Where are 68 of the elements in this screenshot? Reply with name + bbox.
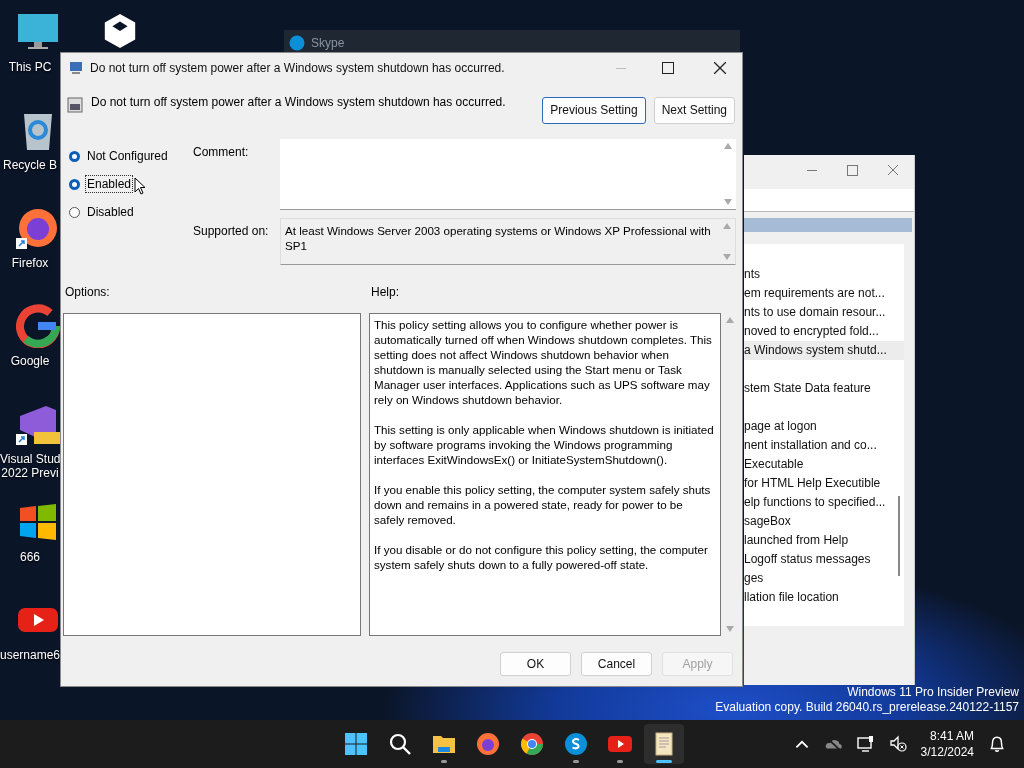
list-item[interactable]: noved to encrypted fold...: [744, 324, 879, 338]
list-item[interactable]: nent installation and co...: [744, 438, 877, 452]
radio-label[interactable]: Not Configured: [85, 147, 170, 165]
help-paragraph: If you disable or do not configure this policy setting, the computer system safely shuts down to a fully powered-off state.: [374, 542, 709, 572]
windows-logo-icon[interactable]: [344, 732, 368, 756]
dialog-button[interactable]: OK: [500, 652, 571, 676]
desktop-icon-label[interactable]: Visual Stud 2022 Previ: [0, 452, 60, 480]
desktop-icon-label[interactable]: username6: [0, 648, 60, 662]
list-item[interactable]: launched from Help: [744, 533, 849, 547]
list-item[interactable]: nts: [744, 267, 760, 281]
computer-icon: [68, 60, 84, 76]
desktop-icon-label[interactable]: Recycle B: [0, 158, 60, 172]
comment-label: Comment:: [193, 144, 250, 161]
list-item[interactable]: llation file location: [744, 590, 839, 604]
scrollbar-thumb[interactable]: [898, 496, 900, 576]
clock-time[interactable]: 8:41 AM: [929, 728, 974, 744]
watermark-text: Evaluation copy. Build 26040.rs_prerelease.240122-1157: [715, 700, 1019, 715]
radio-label[interactable]: Disabled: [85, 203, 136, 221]
supported-label: Supported on:: [193, 223, 270, 240]
window-title: Skype: [311, 36, 345, 50]
mouse-cursor-icon: [134, 177, 146, 195]
network-icon[interactable]: [856, 735, 875, 753]
google-icon[interactable]: [16, 304, 60, 348]
scroll-icon[interactable]: [652, 732, 676, 756]
desktop-icon-label[interactable]: 666: [0, 550, 60, 564]
chrome-icon[interactable]: [520, 732, 544, 756]
options-label: Options:: [65, 285, 111, 299]
search-icon[interactable]: [388, 732, 412, 756]
radio-button[interactable]: [69, 150, 80, 162]
list-item[interactable]: sageBox: [744, 514, 791, 528]
list-item[interactable]: nts to use domain resour...: [744, 305, 886, 319]
desktop-icon-label[interactable]: Firefox: [0, 256, 60, 270]
list-item[interactable]: Logoff status messages: [744, 552, 871, 566]
minimize-button[interactable]: [807, 169, 817, 171]
skype-icon: [289, 35, 305, 51]
radio-label[interactable]: Enabled: [85, 175, 134, 193]
nav-button[interactable]: Next Setting: [653, 96, 735, 124]
radio-button[interactable]: [69, 178, 80, 190]
list-item[interactable]: page at logon: [744, 419, 817, 433]
policy-icon: [67, 97, 83, 113]
speaker-muted-icon[interactable]: [888, 735, 907, 753]
maximize-button[interactable]: [662, 62, 674, 74]
list-item[interactable]: ges: [744, 571, 764, 585]
address-field[interactable]: [744, 189, 914, 212]
desktop-icon-label[interactable]: Google: [0, 354, 60, 368]
supported-text: At least Windows Server 2003 operating systems or Windows XP Professional with SP1: [284, 223, 712, 253]
firefox-icon[interactable]: [476, 732, 500, 756]
list-item[interactable]: em requirements are not...: [744, 286, 885, 300]
list-item[interactable]: Executable: [744, 457, 804, 471]
firefox-icon[interactable]: [16, 206, 60, 250]
help-label: Help:: [371, 285, 399, 299]
setting-name: Do not turn off system power after a Windows system shutdown has occurred.: [91, 95, 506, 109]
bell-icon[interactable]: [988, 735, 1006, 753]
help-paragraph: This setting is only applicable when Windows shutdown is initiated by software programs invoking the Windows programming interfaces ExitWindowsEx() or InitiateSystemShutdown().: [374, 422, 715, 467]
nav-button[interactable]: Previous Setting: [542, 96, 646, 124]
window-title: Do not turn off system power after a Windows system shutdown has occurred.: [90, 61, 505, 75]
dialog-button[interactable]: Cancel: [581, 652, 652, 676]
help-paragraph: This policy setting allows you to configure whether power is automatically turned off when Windows shutdown completes. This setting does not affect Windows shutdown behavior when shutdown is manually selected using the Start menu or Task Manager user interfaces. Applications such as UPS software may rely on Windows shutdown behavior.: [374, 317, 713, 407]
list-item[interactable]: for HTML Help Executible: [744, 476, 881, 490]
list-item[interactable]: elp functions to specified...: [744, 495, 886, 509]
clock-date[interactable]: 3/12/2024: [920, 744, 974, 760]
radio-button[interactable]: [69, 206, 80, 218]
list-item[interactable]: stem State Data feature: [744, 381, 871, 395]
skype-icon[interactable]: [564, 732, 588, 756]
watermark-text: Windows 11 Pro Insider Preview: [847, 685, 1019, 700]
help-paragraph: If you enable this policy setting, the computer system safely shuts down and remains in a powered state, ready for power to be safely removed.: [374, 482, 712, 527]
desktop-icon-label[interactable]: This PC: [0, 60, 60, 74]
close-icon[interactable]: [714, 62, 726, 74]
